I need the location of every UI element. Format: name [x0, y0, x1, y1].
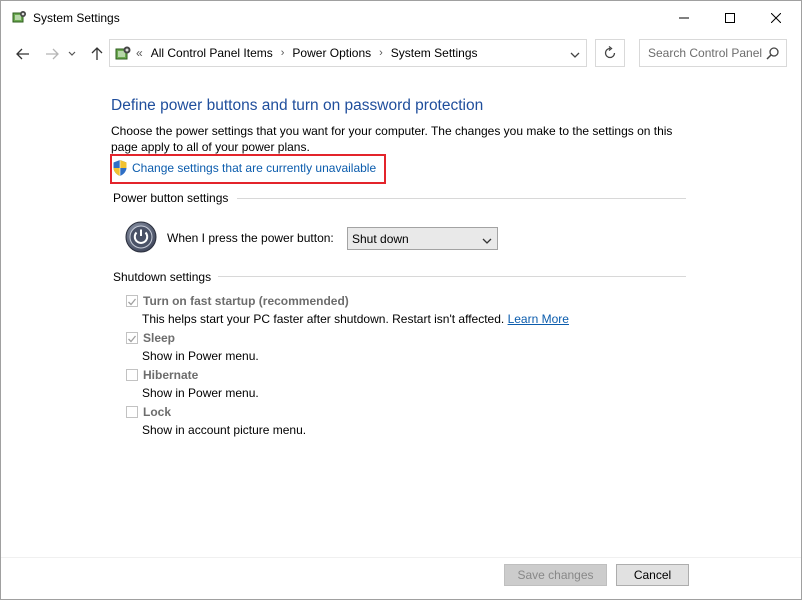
refresh-icon: [604, 46, 616, 59]
search-input[interactable]: [640, 40, 768, 66]
up-arrow-icon: [91, 47, 103, 60]
checkmark-icon: [128, 335, 137, 343]
maximize-icon: [725, 13, 735, 23]
hibernate-label: Hibernate: [143, 368, 199, 382]
control-panel-icon: [114, 45, 132, 63]
breadcrumb-system-settings[interactable]: System Settings: [391, 46, 478, 60]
address-bar[interactable]: « All Control Panel Items › Power Option…: [109, 39, 587, 67]
change-settings-link[interactable]: Change settings that are currently unava…: [132, 161, 376, 175]
maximize-button[interactable]: [707, 1, 753, 35]
fast-startup-label: Turn on fast startup (recommended): [143, 294, 349, 308]
change-settings-highlight: Change settings that are currently unava…: [110, 154, 386, 184]
up-button[interactable]: [86, 41, 108, 67]
power-button-action-select[interactable]: Shut down: [347, 227, 498, 250]
section-divider: [237, 198, 686, 199]
page-title: Define power buttons and turn on passwor…: [111, 97, 484, 114]
breadcrumb-separator[interactable]: ›: [379, 47, 383, 59]
close-button[interactable]: [753, 1, 799, 35]
hibernate-description: Show in Power menu.: [142, 386, 259, 400]
search-box[interactable]: [639, 39, 787, 67]
section-divider: [218, 276, 686, 277]
close-icon: [771, 13, 781, 23]
lock-description: Show in account picture menu.: [142, 423, 307, 437]
back-arrow-icon: [16, 48, 29, 60]
sleep-checkbox[interactable]: [126, 332, 138, 344]
save-changes-button[interactable]: Save changes: [504, 564, 607, 586]
breadcrumb-separator[interactable]: ›: [281, 47, 285, 59]
address-dropdown-button[interactable]: [570, 48, 580, 62]
minimize-button[interactable]: [661, 1, 707, 35]
back-button[interactable]: [12, 41, 34, 67]
checkmark-icon: [128, 298, 137, 306]
window-title: System Settings: [33, 11, 120, 25]
lock-checkbox[interactable]: [126, 406, 138, 418]
system-settings-window: System Settings « All Control Panel Item…: [0, 0, 802, 600]
breadcrumb-overflow[interactable]: «: [136, 46, 143, 60]
fast-startup-checkbox[interactable]: [126, 295, 138, 307]
uac-shield-icon: [112, 159, 128, 177]
sleep-label: Sleep: [143, 331, 176, 345]
breadcrumb-power-options[interactable]: Power Options: [292, 46, 371, 60]
title-bar: System Settings: [1, 1, 801, 35]
chevron-down-icon: [570, 52, 580, 58]
power-button-label: When I press the power button:: [167, 231, 334, 245]
breadcrumb: « All Control Panel Items › Power Option…: [136, 46, 478, 60]
recent-locations-button[interactable]: [65, 41, 79, 67]
power-button-settings-heading: Power button settings: [113, 191, 229, 205]
chevron-down-icon: [68, 51, 76, 56]
page-description: Choose the power settings that you want …: [111, 124, 673, 154]
footer-divider: [1, 557, 801, 558]
power-button-action-value: Shut down: [352, 232, 409, 246]
fast-startup-description: This helps start your PC faster after sh…: [142, 312, 569, 326]
learn-more-link[interactable]: Learn More: [508, 312, 569, 326]
refresh-button[interactable]: [595, 39, 625, 67]
chevron-down-icon: [482, 234, 492, 248]
minimize-icon: [679, 17, 689, 19]
shutdown-settings-heading: Shutdown settings: [113, 270, 212, 284]
forward-button[interactable]: [41, 41, 63, 67]
search-icon[interactable]: [766, 47, 779, 63]
hibernate-checkbox[interactable]: [126, 369, 138, 381]
power-button-icon: [125, 221, 157, 253]
power-options-app-icon: [11, 10, 27, 26]
forward-arrow-icon: [46, 48, 59, 60]
breadcrumb-all-control-panel-items[interactable]: All Control Panel Items: [151, 46, 273, 60]
sleep-description: Show in Power menu.: [142, 349, 259, 363]
cancel-button[interactable]: Cancel: [616, 564, 689, 586]
lock-label: Lock: [143, 405, 172, 419]
fast-startup-description-text: This helps start your PC faster after sh…: [142, 312, 505, 326]
